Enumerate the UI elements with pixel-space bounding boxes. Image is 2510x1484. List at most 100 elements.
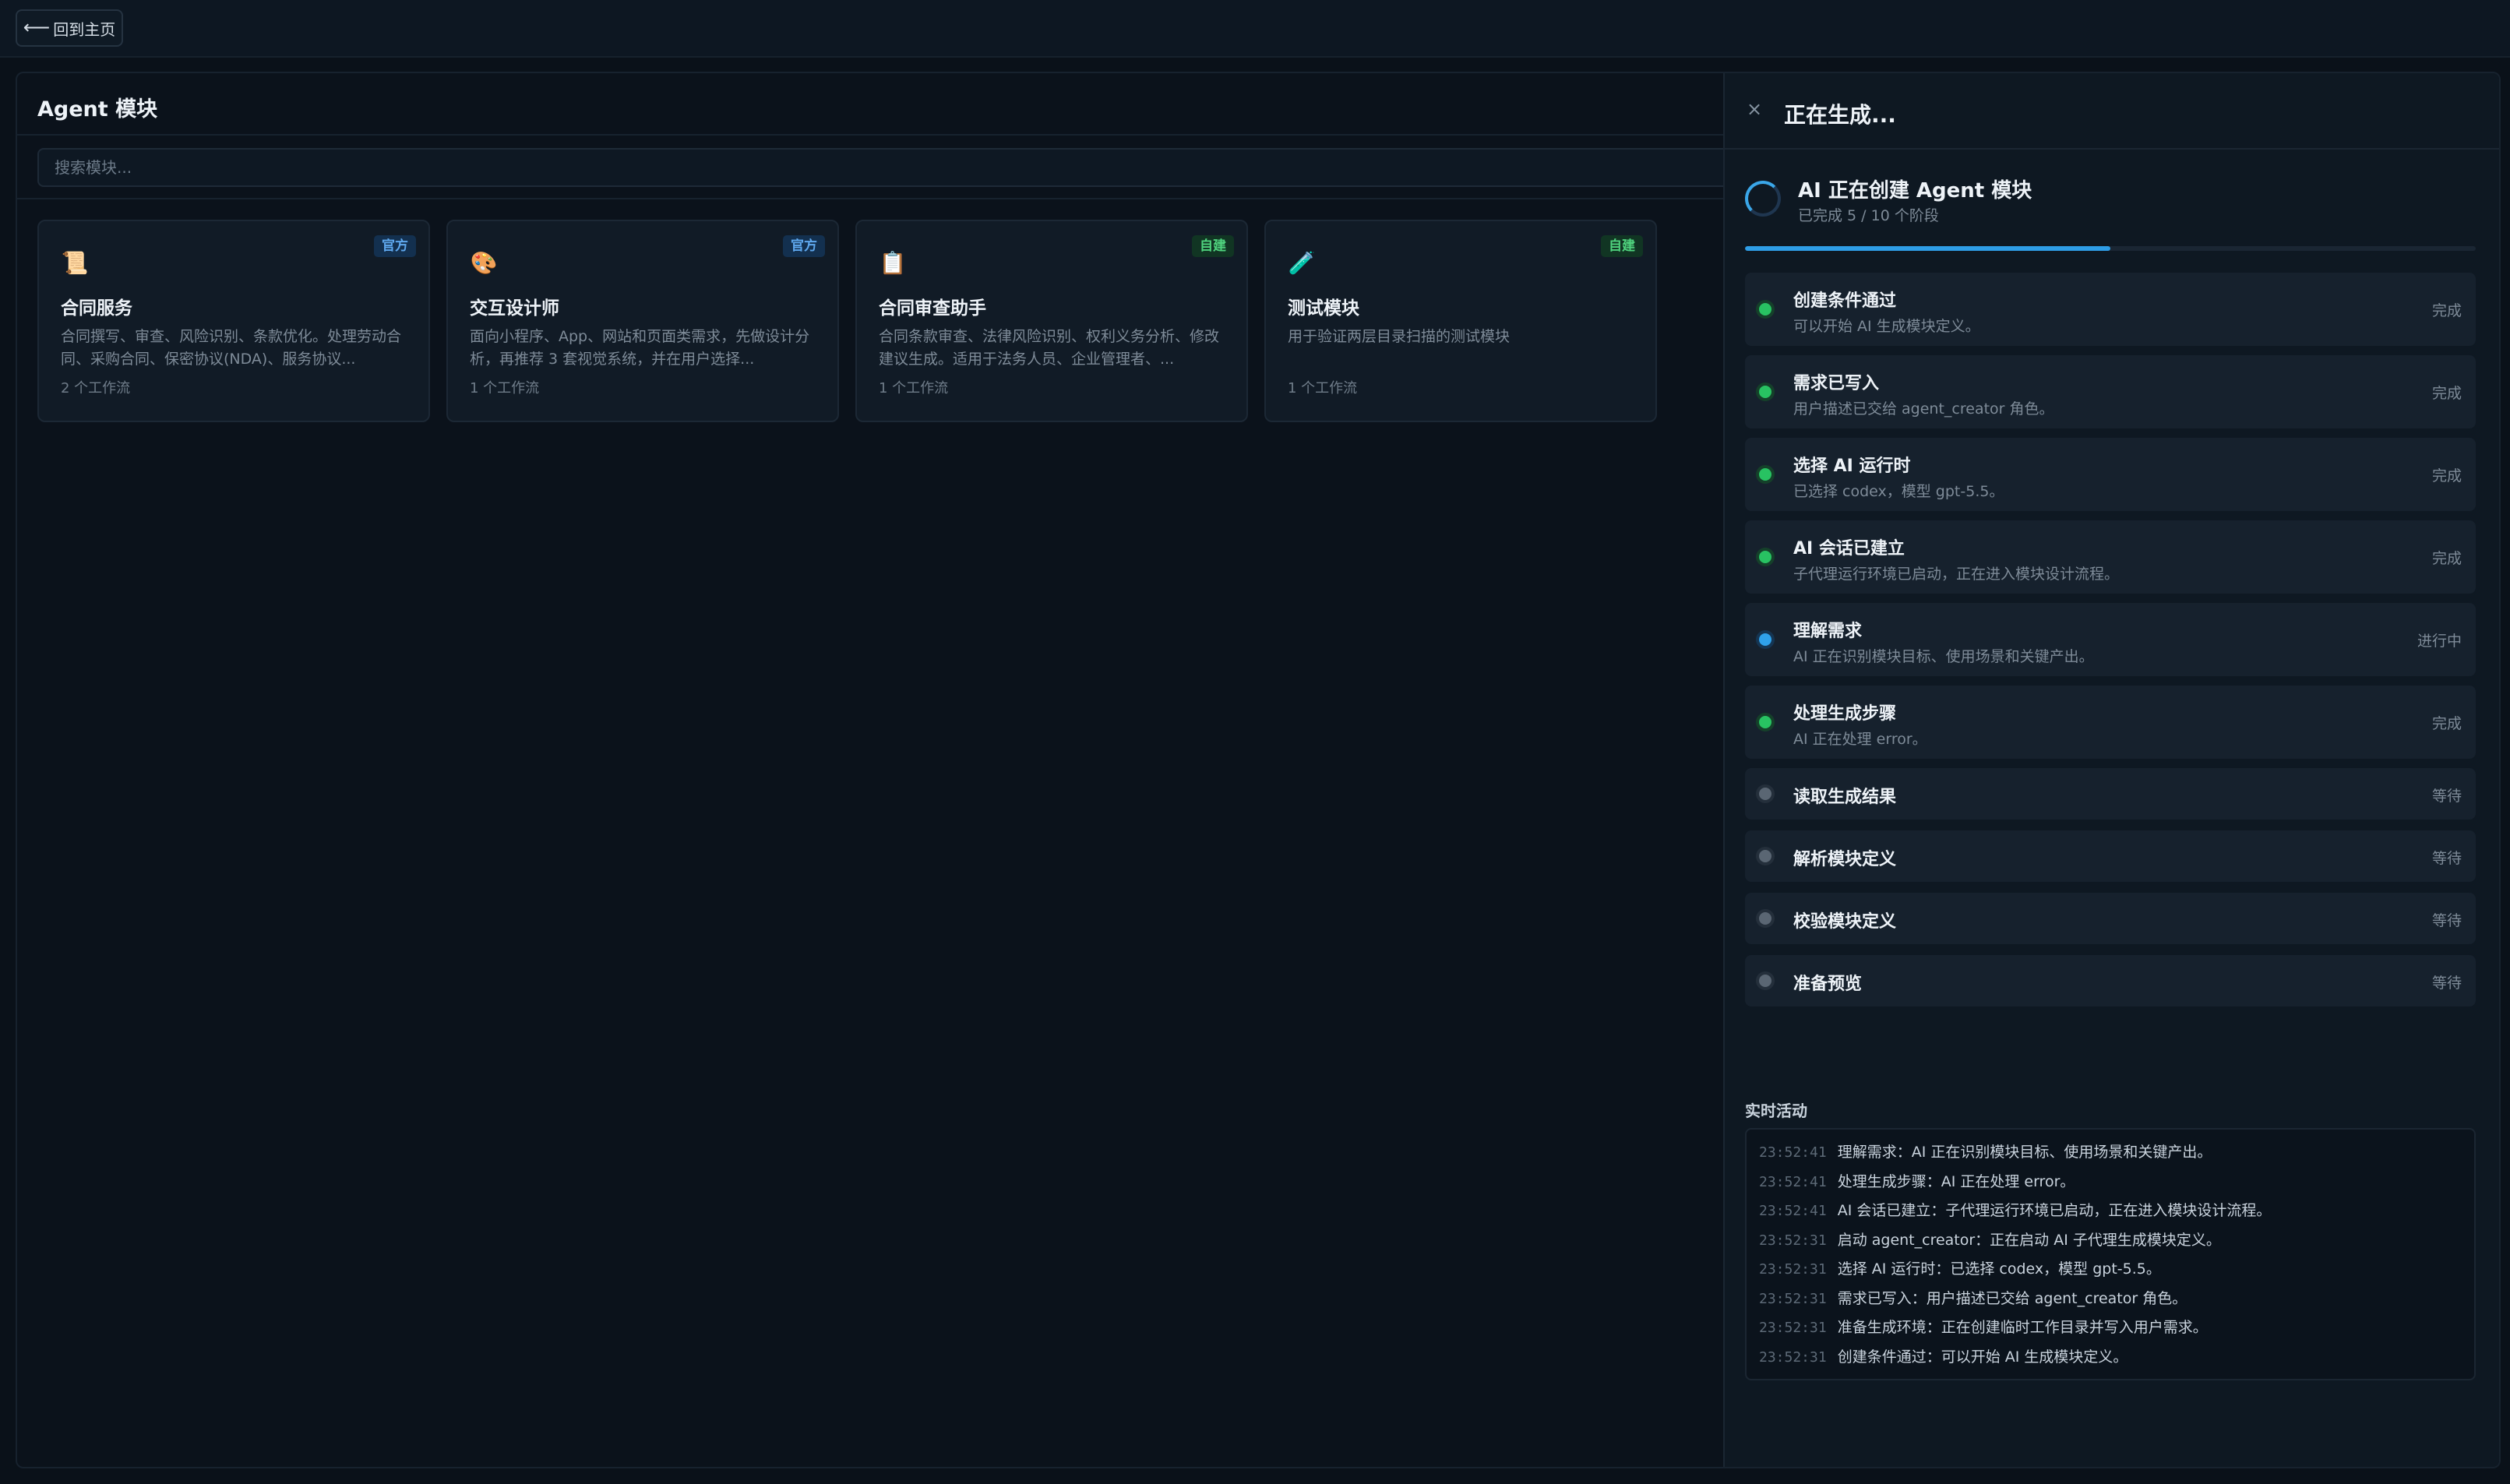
log-line: 23:52:31 创建条件通过：可以开始 AI 生成模块定义。	[1759, 1345, 2474, 1375]
status-dot-done	[1759, 303, 1771, 315]
divider	[17, 198, 1723, 199]
back-home-button[interactable]: ⟵ 回到主页	[16, 9, 123, 47]
custom-badge: 自建	[1601, 235, 1643, 257]
step-subtitle: 可以开始 AI 生成模块定义。	[1793, 318, 1980, 335]
modules-header: Agent 模块	[17, 73, 1723, 136]
step-status: 进行中	[2417, 633, 2462, 650]
clipboard-icon: 📋	[879, 250, 907, 276]
module-card-test[interactable]: 🧪 自建 测试模块 用于验证两层目录扫描的测试模块 1 个工作流	[1264, 220, 1657, 422]
step-item: 选择 AI 运行时 已选择 codex，模型 gpt-5.5。 完成	[1745, 438, 2476, 511]
custom-badge: 自建	[1192, 235, 1234, 257]
step-item: 处理生成步骤 AI 正在处理 error。 完成	[1745, 686, 2476, 759]
log-line: 23:52:31 需求已写入：用户描述已交给 agent_creator 角色。	[1759, 1287, 2474, 1317]
log-line: 23:52:31 启动 agent_creator：正在启动 AI 子代理生成模块…	[1759, 1228, 2474, 1258]
log-time: 23:52:41	[1759, 1203, 1827, 1219]
workflow-count: 1 个工作流	[879, 380, 949, 397]
module-card-contract-service[interactable]: 📜 官方 合同服务 合同撰写、审查、风险识别、条款优化。处理劳动合同、采购合同、…	[37, 220, 430, 422]
progress-bar	[1745, 246, 2476, 251]
status-dot-done	[1759, 716, 1771, 728]
status-dot-done	[1759, 468, 1771, 481]
log-text: 选择 AI 运行时：已选择 codex，模型 gpt-5.5。	[1837, 1260, 2161, 1278]
generation-progress-text: 已完成 5 / 10 个阶段	[1798, 207, 1939, 224]
step-item: 校验模块定义 等待	[1745, 893, 2476, 944]
step-item: 理解需求 AI 正在识别模块目标、使用场景和关键产出。 进行中	[1745, 603, 2476, 676]
panel-title: 正在生成...	[1784, 102, 1896, 128]
module-title: 交互设计师	[470, 298, 559, 319]
official-badge: 官方	[783, 235, 825, 257]
log-line: 23:52:31 准备生成环境：正在创建临时工作目录并写入用户需求。	[1759, 1316, 2474, 1345]
workflow-count: 1 个工作流	[1288, 380, 1358, 397]
step-item: 解析模块定义 等待	[1745, 830, 2476, 882]
step-title: 需求已写入	[1793, 374, 1880, 393]
progress-bar-fill	[1745, 246, 2110, 251]
log-time: 23:52:31	[1759, 1348, 1827, 1366]
status-dot-done	[1759, 551, 1771, 563]
close-icon[interactable]: ×	[1747, 100, 1762, 118]
step-status: 等待	[2431, 975, 2462, 992]
module-description: 面向小程序、App、网站和页面类需求，先做设计分析，再推荐 3 套视觉系统，并在…	[470, 328, 810, 368]
activity-log: 23:52:41 理解需求：AI 正在识别模块目标、使用场景和关键产出。 23:5…	[1745, 1128, 2476, 1380]
workflow-count: 1 个工作流	[470, 380, 540, 397]
log-text: AI 会话已建立：子代理运行环境已启动，正在进入模块设计流程。	[1837, 1202, 2272, 1219]
step-title: 准备预览	[1793, 975, 1863, 994]
step-title: 创建条件通过	[1793, 291, 1897, 311]
step-subtitle: 子代理运行环境已启动，正在进入模块设计流程。	[1793, 566, 2120, 583]
generation-title: AI 正在创建 Agent 模块	[1798, 179, 2032, 203]
step-title: 处理生成步骤	[1793, 704, 1897, 724]
step-item: AI 会话已建立 子代理运行环境已启动，正在进入模块设计流程。 完成	[1745, 520, 2476, 594]
log-text: 创建条件通过：可以开始 AI 生成模块定义。	[1837, 1348, 2128, 1366]
log-line: 23:52:41 理解需求：AI 正在识别模块目标、使用场景和关键产出。	[1759, 1140, 2474, 1170]
step-subtitle: AI 正在处理 error。	[1793, 731, 1927, 748]
module-description: 用于验证两层目录扫描的测试模块	[1288, 328, 1511, 345]
step-status: 完成	[2431, 550, 2462, 567]
page-title: Agent 模块	[37, 97, 158, 122]
top-bar: ⟵ 回到主页	[0, 0, 2510, 58]
step-item: 创建条件通过 可以开始 AI 生成模块定义。 完成	[1745, 273, 2476, 346]
step-subtitle: AI 正在识别模块目标、使用场景和关键产出。	[1793, 648, 2094, 665]
step-status: 完成	[2431, 715, 2462, 732]
back-home-label: 回到主页	[53, 21, 116, 39]
status-dot-waiting	[1759, 975, 1771, 987]
step-title: 校验模块定义	[1793, 912, 1897, 932]
module-card-contract-review[interactable]: 📋 自建 合同审查助手 合同条款审查、法律风险识别、权利义务分析、修改建议生成。…	[855, 220, 1248, 422]
panel-header: × 正在生成...	[1725, 73, 2499, 150]
log-time: 23:52:41	[1759, 1173, 1827, 1190]
palette-icon: 🎨	[470, 250, 498, 276]
module-description: 合同撰写、审查、风险识别、条款优化。处理劳动合同、采购合同、保密协议(NDA)、…	[61, 328, 402, 368]
log-time: 23:52:31	[1759, 1290, 1827, 1307]
step-title: 读取生成结果	[1793, 788, 1897, 807]
test-tube-icon: 🧪	[1288, 250, 1316, 276]
loading-spinner-icon	[1745, 181, 1781, 217]
status-dot-waiting	[1759, 850, 1771, 862]
scroll-icon: 📜	[61, 250, 89, 276]
step-subtitle: 用户描述已交给 agent_creator 角色。	[1793, 400, 2054, 418]
step-title: 理解需求	[1793, 622, 1863, 641]
step-status: 等待	[2431, 850, 2462, 867]
log-time: 23:52:31	[1759, 1261, 1827, 1278]
log-text: 需求已写入：用户描述已交给 agent_creator 角色。	[1837, 1289, 2187, 1307]
step-status: 等待	[2431, 912, 2462, 929]
step-subtitle: 已选择 codex，模型 gpt-5.5。	[1793, 483, 2004, 500]
module-card-interaction-designer[interactable]: 🎨 官方 交互设计师 面向小程序、App、网站和页面类需求，先做设计分析，再推荐…	[446, 220, 839, 422]
activity-label: 实时活动	[1745, 1102, 1807, 1120]
module-description: 合同条款审查、法律风险识别、权利义务分析、修改建议生成。适用于法务人员、企业管理…	[879, 328, 1220, 368]
status-dot-waiting	[1759, 912, 1771, 925]
status-dot-running	[1759, 633, 1771, 646]
module-title: 合同服务	[61, 298, 132, 319]
log-time: 23:52:31	[1759, 1232, 1827, 1249]
module-title: 合同审查助手	[879, 298, 986, 319]
log-line: 23:52:41 AI 会话已建立：子代理运行环境已启动，正在进入模块设计流程。	[1759, 1199, 2474, 1228]
search-modules-input[interactable]	[37, 148, 1723, 187]
log-text: 理解需求：AI 正在识别模块目标、使用场景和关键产出。	[1837, 1144, 2212, 1161]
step-status: 完成	[2431, 302, 2462, 319]
log-line: 23:52:31 选择 AI 运行时：已选择 codex，模型 gpt-5.5。	[1759, 1257, 2474, 1287]
official-badge: 官方	[374, 235, 416, 257]
workflow-count: 2 个工作流	[61, 380, 131, 397]
step-item: 准备预览 等待	[1745, 955, 2476, 1006]
log-text: 准备生成环境：正在创建临时工作目录并写入用户需求。	[1837, 1319, 2208, 1336]
step-item: 需求已写入 用户描述已交给 agent_creator 角色。 完成	[1745, 355, 2476, 428]
step-item: 读取生成结果 等待	[1745, 768, 2476, 820]
step-title: AI 会话已建立	[1793, 539, 1905, 559]
step-title: 解析模块定义	[1793, 850, 1897, 869]
status-dot-done	[1759, 386, 1771, 398]
